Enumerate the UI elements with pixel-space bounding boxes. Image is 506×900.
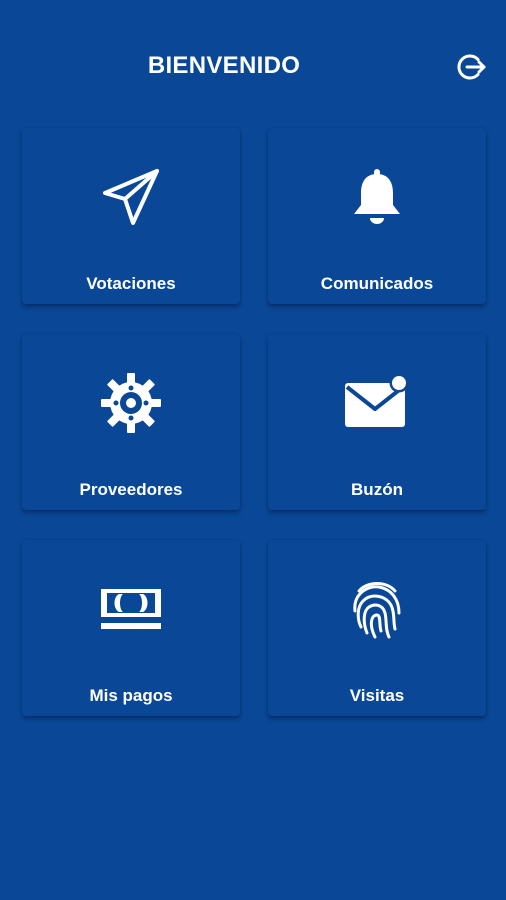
app-header: BIENVENIDO [0, 0, 506, 130]
menu-card-label: Proveedores [79, 480, 183, 499]
page-title: BIENVENIDO [147, 52, 301, 79]
gear-icon [101, 373, 161, 433]
menu-card-buzon[interactable]: Buzón [268, 334, 486, 510]
bell-icon [354, 169, 400, 224]
menu-card-votaciones[interactable]: Votaciones [22, 128, 240, 304]
menu-card-visitas[interactable]: Visitas [268, 540, 486, 716]
fingerprint-icon [353, 582, 401, 639]
menu-card-label: Mis pagos [89, 686, 173, 705]
logout-icon [457, 54, 486, 80]
menu-card-label: Visitas [349, 686, 405, 705]
paper-plane-icon [103, 169, 159, 225]
logout-button[interactable] [454, 50, 488, 84]
money-icon [101, 589, 161, 629]
menu-card-proveedores[interactable]: Proveedores [22, 334, 240, 510]
menu-card-label: Buzón [351, 480, 403, 499]
menu-card-label: Comunicados [320, 274, 434, 293]
menu-card-mis-pagos[interactable]: Mis pagos [22, 540, 240, 716]
menu-card-comunicados[interactable]: Comunicados [268, 128, 486, 304]
menu-card-label: Votaciones [86, 274, 176, 293]
mail-icon [345, 373, 409, 427]
